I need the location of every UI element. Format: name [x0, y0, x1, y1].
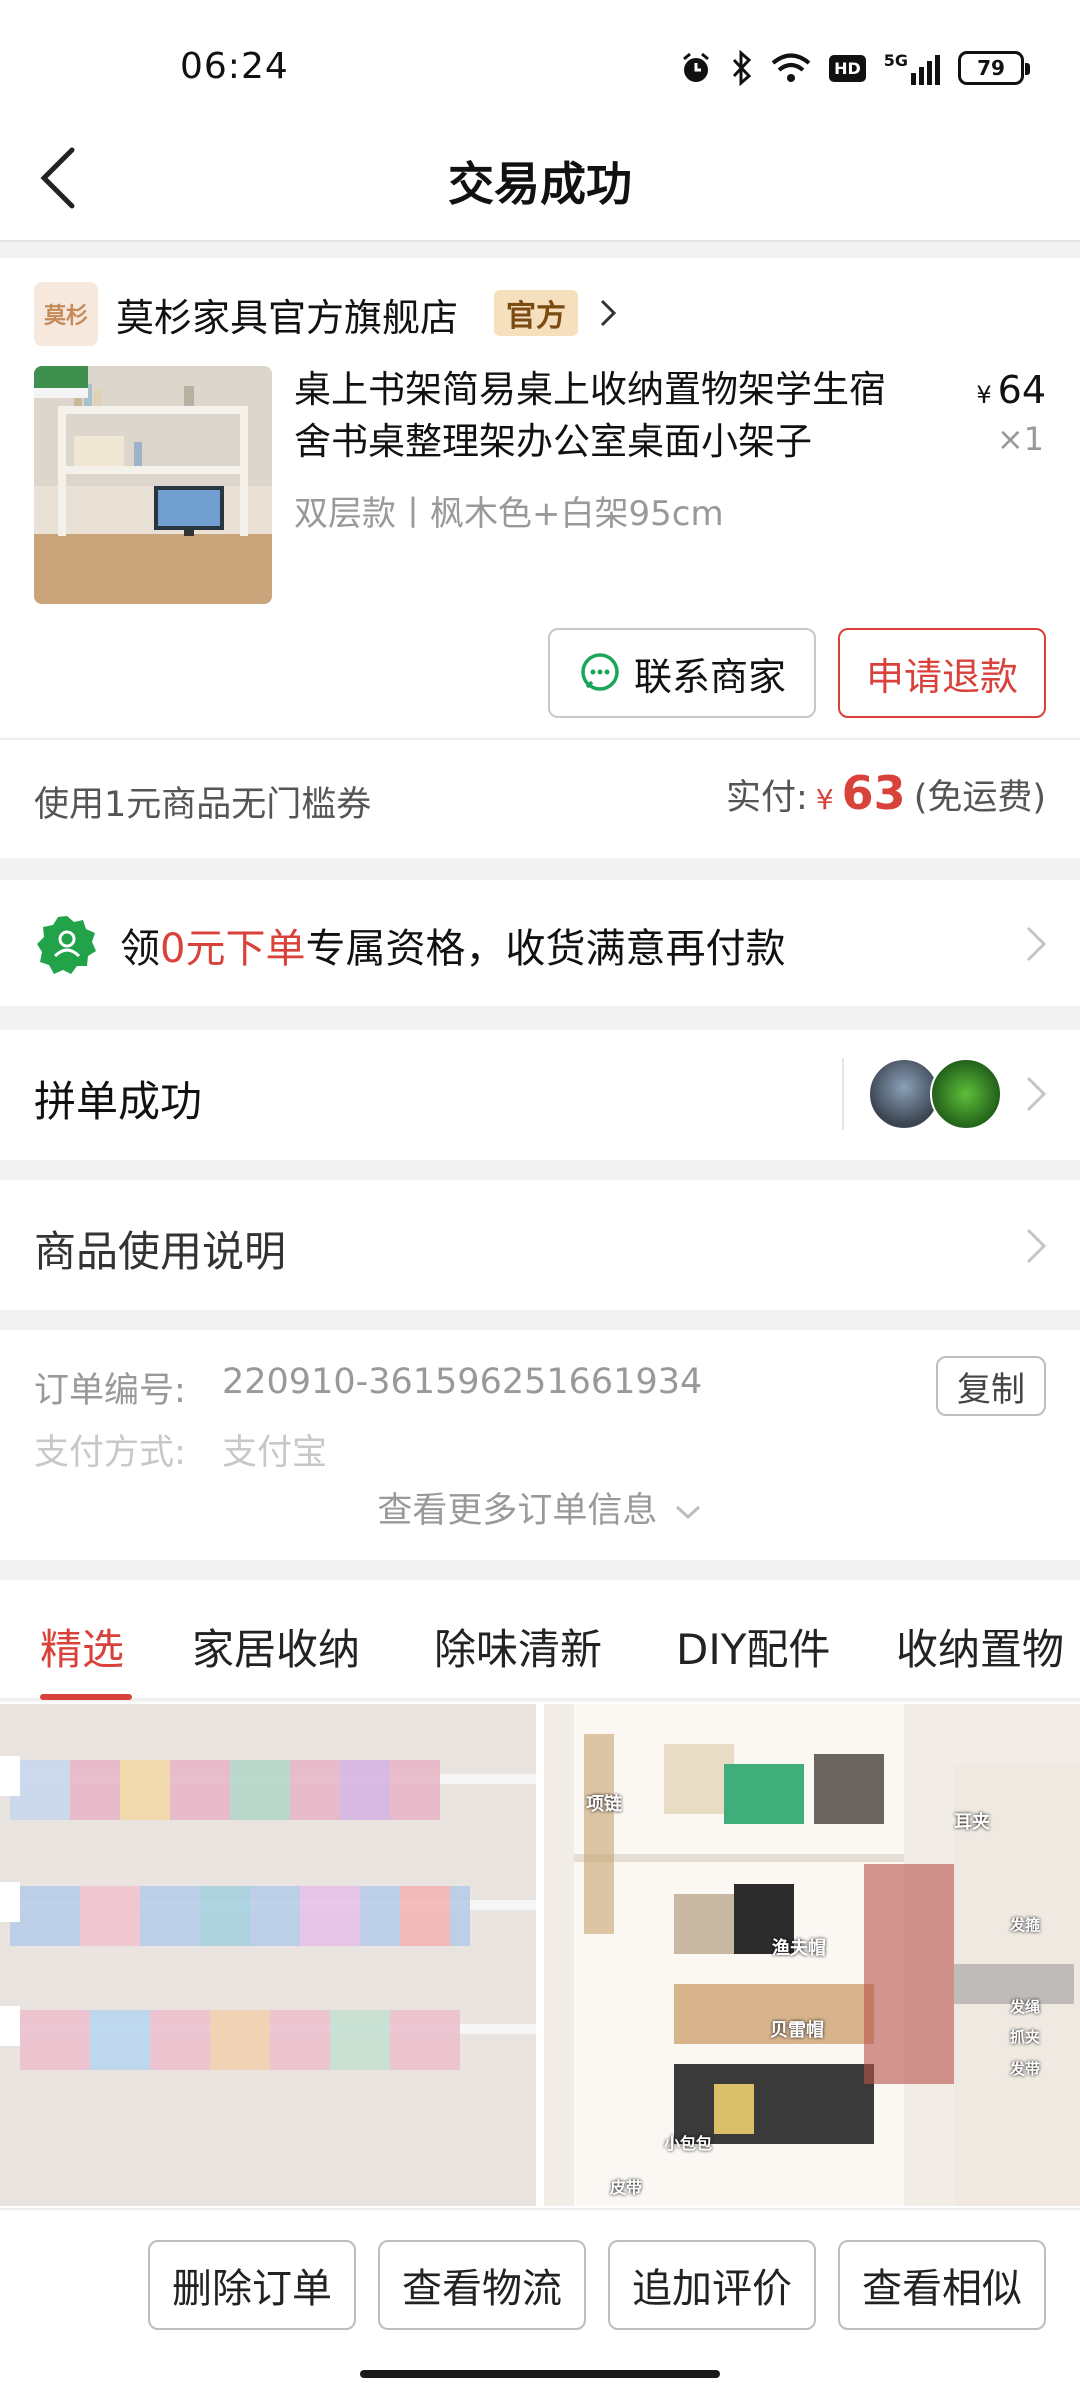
- contact-label: 联系商家: [633, 654, 786, 699]
- promo-prefix: 领: [120, 926, 160, 972]
- feed-label: 发绳: [1010, 1998, 1041, 2016]
- copy-button[interactable]: 复制: [936, 1356, 1046, 1416]
- refund-button[interactable]: 申请退款: [838, 628, 1046, 718]
- price-value: 64: [997, 368, 1046, 412]
- order-number: 220910-361596251661934: [222, 1362, 703, 1402]
- delete-order-button[interactable]: 删除订单: [148, 2240, 356, 2330]
- promo-suffix: 专属资格，收货满意再付款: [305, 926, 786, 972]
- feed-item-closet-storage[interactable]: 项链 耳夹 渔夫帽 发箍 贝雷帽 发绳 抓夹 发带 小包包 皮带: [544, 1704, 1080, 2206]
- coupon-info: 使用1元商品无门槛券: [34, 785, 372, 825]
- battery-level: 79: [977, 56, 1005, 80]
- bluetooth-icon: [732, 50, 752, 86]
- chat-icon: [581, 653, 619, 691]
- signal-icon: 5G: [884, 51, 940, 85]
- chevron-right-icon[interactable]: [596, 296, 620, 330]
- chevron-right-icon: [1026, 1228, 1047, 1264]
- product-spec: 双层款丨枫木色+白架95cm: [294, 494, 724, 534]
- tab-storage-racks[interactable]: 收纳置物: [896, 1616, 1064, 1677]
- payment-method: 支付宝: [222, 1433, 328, 1473]
- add-review-button[interactable]: 追加评价: [608, 2240, 816, 2330]
- product-price: ¥64: [976, 368, 1046, 412]
- paid-currency: ¥: [815, 783, 834, 816]
- wifi-icon: [771, 53, 811, 82]
- promo-highlight: 0元下单: [160, 926, 306, 972]
- payment-method-label: 支付方式:: [34, 1433, 186, 1473]
- avatar: [930, 1058, 1002, 1130]
- home-indicator[interactable]: [360, 2370, 720, 2378]
- tab-home-storage[interactable]: 家居收纳: [192, 1616, 360, 1677]
- feed-label: 发箍: [1010, 1916, 1041, 1934]
- view-similar-button[interactable]: 查看相似: [838, 2240, 1046, 2330]
- feed-label: 小包包: [664, 2134, 713, 2153]
- product-image[interactable]: [34, 366, 272, 604]
- more-order-info-link[interactable]: 查看更多订单信息: [0, 1482, 1080, 1533]
- feed-label: 皮带: [610, 2178, 643, 2197]
- product-quantity: ×1: [996, 420, 1044, 458]
- feed-label: 耳夹: [954, 1812, 990, 1833]
- product-title[interactable]: 桌上书架简易桌上收纳置物架学生宿舍书桌整理架办公室桌面小架子: [294, 364, 914, 468]
- shop-logo[interactable]: 莫杉: [34, 282, 98, 346]
- order-number-label: 订单编号:: [34, 1371, 186, 1411]
- tab-indicator: [40, 1694, 132, 1700]
- group-success-label: 拼单成功: [34, 1077, 203, 1126]
- official-badge: 官方: [494, 290, 578, 336]
- alarm-icon: [683, 52, 710, 82]
- page-title: 交易成功: [448, 157, 632, 211]
- shipping-note: (免运费): [913, 778, 1046, 818]
- tab-deodorize[interactable]: 除味清新: [434, 1616, 602, 1677]
- battery-icon: 79: [958, 51, 1030, 85]
- status-time: 06:24: [180, 46, 289, 87]
- paid-label: 实付:: [726, 778, 808, 818]
- badge-user-icon: [37, 916, 96, 974]
- divider: [0, 738, 1080, 740]
- paid-amount: 实付: ¥ 63 (免运费): [726, 766, 1046, 820]
- promo-text: 领0元下单专属资格，收货满意再付款: [120, 916, 785, 974]
- more-order-info-label: 查看更多订单信息: [377, 1491, 658, 1531]
- feed-label: 抓夹: [1010, 2028, 1041, 2046]
- feed-label: 项链: [586, 1794, 622, 1815]
- tab-diy-parts[interactable]: DIY配件: [676, 1616, 830, 1677]
- network-type: 5G: [883, 51, 908, 70]
- feed-label: 发带: [1010, 2060, 1041, 2078]
- feed-item-bracelets[interactable]: [0, 1704, 536, 2206]
- chevron-right-icon: [1026, 1076, 1047, 1112]
- tab-selected[interactable]: 精选: [40, 1616, 124, 1677]
- view-logistics-button[interactable]: 查看物流: [378, 2240, 586, 2330]
- shop-name[interactable]: 莫杉家具官方旗舰店: [116, 287, 458, 342]
- status-icons: HD 5G 79: [679, 48, 1030, 88]
- hd-icon: HD: [829, 54, 866, 82]
- paid-value: 63: [841, 766, 906, 820]
- product-manual-label: 商品使用说明: [34, 1227, 287, 1276]
- price-currency: ¥: [976, 381, 992, 409]
- chevron-down-icon: [675, 1505, 700, 1520]
- chevron-right-icon: [1026, 926, 1047, 962]
- contact-merchant-button[interactable]: 联系商家: [548, 628, 816, 718]
- divider: [842, 1058, 844, 1130]
- feed-label: 渔夫帽: [772, 1938, 826, 1959]
- feed-label: 贝雷帽: [770, 2020, 824, 2041]
